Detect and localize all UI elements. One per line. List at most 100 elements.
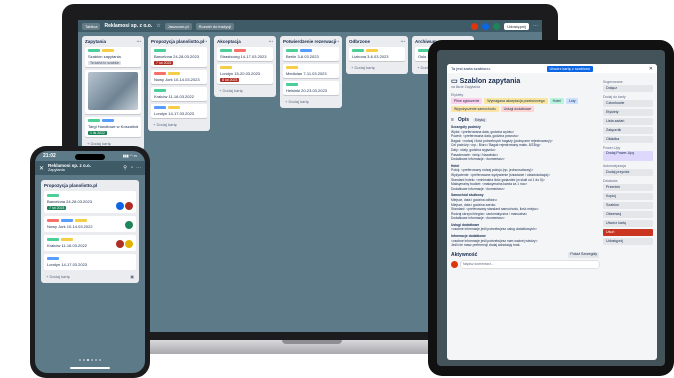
phone-list: Propozycja planolistto.pl Barcelona 24-2…	[41, 180, 139, 283]
sidebar-button[interactable]: Okładka	[603, 136, 653, 143]
labels-group: Pilne zgłoszenie Wymagana akceptacja prze…	[451, 98, 599, 112]
avatar[interactable]	[125, 240, 133, 248]
more-icon[interactable]: ⋯	[204, 39, 207, 47]
board-card[interactable]: Kraków 11-16.03.2022	[151, 87, 207, 101]
card-labels	[88, 119, 138, 122]
sidebar-button[interactable]: Kopiuj	[603, 193, 653, 200]
due-date-badge[interactable]: 8 lut 2023	[220, 78, 240, 82]
more-icon[interactable]: ⋯	[137, 39, 142, 47]
image-icon[interactable]: ▣	[130, 274, 134, 279]
avatar[interactable]	[116, 240, 124, 248]
phone-card[interactable]: Nowy Jork 10-14.03.2022	[44, 216, 136, 232]
phone-card[interactable]: Kraków 11-16.03.2022	[44, 235, 136, 251]
sidebar-button[interactable]: Załącznik	[603, 127, 653, 134]
member-avatar[interactable]	[482, 22, 490, 30]
card-badges: 8 lut 2023	[220, 78, 270, 82]
list-title[interactable]: Akceptacja	[217, 39, 241, 47]
edit-description-button[interactable]: Edytuj	[473, 118, 487, 122]
avatar[interactable]	[125, 202, 133, 210]
card-title[interactable]: ▭ Szablon zapytania	[451, 77, 599, 85]
board-card[interactable]: Londyn 14-17.03.2023	[151, 104, 207, 118]
sidebar-button[interactable]: Dodaj Power-Upy	[603, 151, 653, 161]
tablet-screen: Ta jest karta szablonu. Utwórz kartę z s…	[437, 50, 665, 366]
view-switch-button[interactable]: Jaszczun.pl	[164, 22, 192, 30]
sidebar-button[interactable]: Dodaj przycisk	[603, 169, 653, 176]
card-detail-modal: Ta jest karta szablonu. Utwórz kartę z s…	[447, 64, 657, 360]
phone-header-icons: ⚲ ◔ ⋯	[123, 165, 141, 171]
label-chip[interactable]: Wymagana akceptacja przełożonego	[484, 98, 548, 104]
close-icon[interactable]: ✕	[39, 165, 44, 172]
comment-input[interactable]: Napisz komentarz...	[461, 260, 599, 268]
more-icon[interactable]: ⋯	[269, 39, 274, 47]
share-button[interactable]: Udostępnij	[504, 22, 529, 30]
sidebar-button[interactable]: Obserwuj	[603, 211, 653, 218]
sidebar-button[interactable]: Przenieś	[603, 184, 653, 191]
list-title[interactable]: Odbrzone	[349, 39, 370, 47]
add-card-button[interactable]: + Dodaj kartę	[46, 274, 70, 279]
phone-card[interactable]: Londyn 14-17.03.2023	[44, 254, 136, 270]
board-card[interactable]: Barcelona 24-28.03.2023 7 lut 2023	[151, 47, 207, 67]
board-card[interactable]: Targi Handlowe w Koszalinie 1 lis 2022	[85, 117, 141, 137]
more-icon[interactable]: ⋯	[401, 39, 406, 47]
more-icon[interactable]: ⋯	[336, 39, 339, 47]
board-title[interactable]: Reklamosi sp. z o.o.	[104, 23, 152, 29]
bell-icon[interactable]: ◔	[130, 165, 133, 171]
phone-list-title[interactable]: Propozycja planolistto.pl	[44, 183, 136, 188]
board-card[interactable]: Mediolan 7-11.03.2023	[283, 64, 339, 78]
label-chip[interactable]: Pilne zgłoszenie	[451, 98, 483, 104]
card-label	[352, 49, 364, 52]
label-chip[interactable]: Hotel	[549, 98, 564, 104]
add-card-button[interactable]: + Dodaj kartę	[151, 121, 207, 128]
sidebar-button[interactable]: Utwórz kartę	[603, 220, 653, 227]
due-date-badge[interactable]: 7 lut 2023	[47, 206, 67, 210]
delete-button[interactable]: Usuń	[603, 229, 653, 236]
list-title[interactable]: Zapytania	[85, 39, 106, 47]
template-badge: Ta karta to szablon	[88, 61, 122, 65]
label-chip[interactable]: Usługi dodatkowe	[500, 106, 535, 112]
board-card[interactable]: Szablon zapytania Ta karta to szablon	[85, 47, 141, 67]
member-avatar[interactable]	[493, 22, 501, 30]
avatar[interactable]	[116, 202, 124, 210]
due-date-badge[interactable]: 7 lut 2023	[154, 61, 174, 65]
description-body[interactable]: Szczegóły podróży Wylot: <preferowana dat…	[451, 125, 599, 248]
list-title[interactable]: Potwierdzenie rezerwacji	[283, 39, 336, 47]
sidebar-button[interactable]: Członkowie	[603, 100, 653, 107]
share-button[interactable]: Udostępnij	[603, 238, 653, 245]
card-title-text[interactable]: Szablon zapytania	[460, 78, 521, 85]
label-chip[interactable]: Wypożyczenie samochodu	[451, 106, 499, 112]
sidebar-button[interactable]: Dołącz	[603, 85, 653, 92]
member-avatar[interactable]	[471, 22, 479, 30]
board-card[interactable]: Nowy Jork 10-14.03.2023	[151, 70, 207, 84]
star-icon[interactable]: ☆	[156, 23, 160, 29]
board-card[interactable]: Strasbourg 14-17.03.2023	[217, 47, 273, 61]
list-title[interactable]: Propozycja planolistto.pl	[151, 39, 204, 47]
filter-button[interactable]: Rozwiń do tradycji	[195, 22, 235, 30]
sidebar-button[interactable]: Lista zadań	[603, 118, 653, 125]
more-icon[interactable]: ⋯	[136, 165, 141, 171]
board-type-button[interactable]: Tablica	[82, 22, 101, 30]
board-card[interactable]: Berlin 3-6.03.2023	[283, 47, 339, 61]
create-from-template-button[interactable]: Utwórz kartę z szablonu	[546, 65, 594, 72]
sidebar-button[interactable]: Etykiety	[603, 109, 653, 116]
show-details-button[interactable]: Pokaż Szczegóły	[568, 251, 599, 258]
card-title: Strasbourg 14-17.03.2023	[220, 54, 267, 59]
add-card-button[interactable]: + Dodaj kartę	[349, 64, 405, 71]
close-icon[interactable]: ✕	[649, 66, 653, 72]
phone-header: ✕ Reklamosi sp. z o.o. Zapytania ⚲ ◔ ⋯	[35, 161, 145, 175]
label-chip[interactable]: Loty	[565, 98, 579, 104]
add-card-button[interactable]: + Dodaj kartę	[217, 87, 273, 94]
avatar[interactable]	[125, 221, 133, 229]
board-card[interactable]	[85, 70, 141, 114]
card-list-subtitle[interactable]: na liście Zapytania	[451, 85, 599, 89]
sidebar-button[interactable]: Szablon	[603, 202, 653, 209]
filter-icon[interactable]: ⚲	[123, 165, 127, 171]
board-card[interactable]: Lizbona 3-6.03.2023	[349, 47, 405, 61]
due-date-badge[interactable]: 1 lis 2022	[88, 131, 107, 135]
add-card-button[interactable]: + Dodaj kartę	[283, 98, 339, 105]
card-label	[88, 119, 100, 122]
board-card[interactable]: Londyn 15-20.03.2023 8 lut 2023	[217, 64, 273, 84]
avatar	[451, 260, 458, 268]
more-icon[interactable]: ⋯	[533, 23, 538, 29]
board-card[interactable]: Helsinki 20-23.03.2023	[283, 81, 339, 95]
phone-card[interactable]: Barcelona 24-28.03.2023 7 lut 2023	[44, 191, 136, 213]
